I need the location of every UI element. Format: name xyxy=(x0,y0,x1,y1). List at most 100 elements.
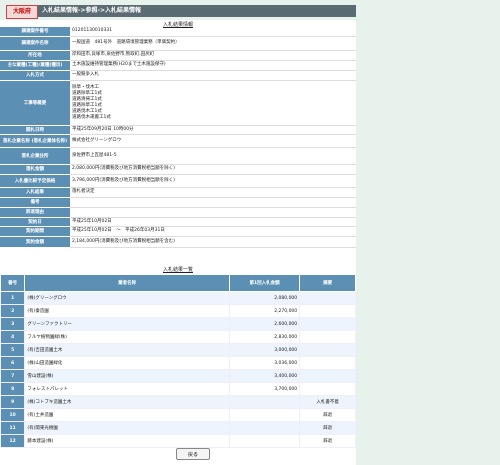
info-row-value xyxy=(70,207,356,218)
info-row-label: 落札金額 xyxy=(0,164,70,175)
bid-company-name: 雪山建設(株) xyxy=(24,369,231,383)
info-value-line: 一般国道 481号外 道路環境管理業務（単価契約） xyxy=(72,40,180,45)
bid-amount: 3,036,000 xyxy=(229,356,301,370)
bid-company-name: (有)秦造園 xyxy=(24,304,231,318)
info-row-value: 株式会社グリーングロウ xyxy=(70,134,356,148)
bid-remark xyxy=(299,343,356,357)
bid-remark xyxy=(299,330,356,344)
bid-amount: 2,270,000 xyxy=(229,304,301,318)
info-row: 調達案件名称 一般国道 481号外 道路環境管理業務（単価契約） xyxy=(0,36,356,51)
info-value-line: 平成25年10月02日 xyxy=(72,218,112,224)
info-row-value: 一般国道 481号外 道路環境管理業務（単価契約） xyxy=(70,36,356,51)
table-row: 7 雪山建設(株) 3,400,000 xyxy=(0,369,356,383)
info-row: 辞退理由 xyxy=(0,207,356,218)
bid-amount xyxy=(229,395,301,409)
info-row-label: 辞退理由 xyxy=(0,207,70,218)
bid-amount xyxy=(229,434,301,448)
bid-remark xyxy=(299,382,356,396)
info-row-label: 契約期間 xyxy=(0,226,70,237)
info-row-label: 備考 xyxy=(0,197,70,208)
info-row-label: 契約日 xyxy=(0,217,70,227)
info-row-label: 主な業種(工種)/業種(種目) xyxy=(0,60,70,71)
info-value-line: 株式会社グリーングロウ xyxy=(72,137,122,143)
info-value-line: 岸和田市,貝塚市,泉佐野市,熊取町,田尻町 xyxy=(72,52,155,57)
bid-amount: 3,000,000 xyxy=(229,343,301,357)
info-row-label: 工事等概要 xyxy=(0,80,70,126)
info-row-value: 土木施設維持管理業務(H20まで土木施設保守) xyxy=(70,60,356,71)
table-row: 4 フルヤ植物園緑(株) 2,830,000 xyxy=(0,330,356,344)
bid-amount xyxy=(229,408,301,422)
bid-remark xyxy=(299,317,356,331)
breadcrumb: 入札結果情報->参照->入札結果情報 xyxy=(38,5,356,17)
info-row-value xyxy=(70,197,356,208)
bid-company-name: (株)山田造園緑化 xyxy=(24,356,231,370)
bid-company-name: (有)吉田造園土木 xyxy=(24,343,231,357)
table-row: 5 (有)吉田造園土木 3,000,000 xyxy=(0,343,356,357)
info-value-line: 道路伐木運搬工1式 xyxy=(72,114,111,120)
info-row: 入札結果 落札者決定 xyxy=(0,187,356,198)
bid-remark: 入札書不着 xyxy=(299,395,356,409)
info-row-label: 開札日時 xyxy=(0,125,70,135)
info-value-line: 泉佐野市上瓦屋481-5 xyxy=(72,152,117,158)
table-row: 3 グリーンファクトリー 2,600,000 xyxy=(0,317,356,331)
table-row: 9 (株)コトブキ造園土木 入札書不着 xyxy=(0,395,356,409)
info-row-label: 落札企業名称 (落札企業体名称) xyxy=(0,134,70,148)
info-row: 落札金額 2,080,000円(消費税及び地方消費税相当額を除く) xyxy=(0,164,356,175)
info-value-line: 平成25年10月02日 ～ 平成26年03月31日 xyxy=(72,228,165,233)
info-row-label: 契約金額 xyxy=(0,236,70,248)
bid-remark xyxy=(299,291,356,305)
info-row-label: 調達案件番号 xyxy=(0,27,70,37)
info-value-line: 01201130010331 xyxy=(72,28,113,34)
info-row: 契約金額 2,184,000円(消費税及び地方消費税相当額を含む) xyxy=(0,236,356,248)
main-content: 入札結果情報 調達案件番号 01201130010331 調達案件名称 一般国道 48… xyxy=(0,20,356,465)
bid-remark: 辞退 xyxy=(299,421,356,435)
info-row-value: 泉佐野市上瓦屋481-5 xyxy=(70,147,356,165)
bid-remark xyxy=(299,304,356,318)
bid-no: 3 xyxy=(0,317,26,331)
info-row: 開札日時 平成25年09月20日 10時00分 xyxy=(0,125,356,135)
bid-company-name: 藤本建設(株) xyxy=(24,434,231,448)
info-value-line: 平成25年09月20日 10時00分 xyxy=(72,126,134,132)
info-row-label: 所在地 xyxy=(0,50,70,61)
info-row: 落札企業住所 泉佐野市上瓦屋481-5 xyxy=(0,147,356,165)
bid-no: 6 xyxy=(0,356,26,370)
bids-table: 番号 業者名称 第1回入札金額 摘要 1 (株)グリーングロウ 2,080,000 2 (有)秦… xyxy=(0,274,356,448)
info-row: 入札方式 一般競争入札 xyxy=(0,70,356,81)
info-row: 工事等概要 除草・伐木工 道路除草工1式 道路清掃工1式 道路除草工1式 道路伐木工1式道… xyxy=(0,80,356,126)
bid-remark xyxy=(299,369,356,383)
table-row: 8 フォレストパレット 3,700,000 xyxy=(0,382,356,396)
info-row-value: 2,080,000円(消費税及び地方消費税相当額を除く) xyxy=(70,164,356,175)
info-row: 所在地 岸和田市,貝塚市,泉佐野市,熊取町,田尻町 xyxy=(0,50,356,61)
info-row: 契約日 平成25年10月02日 xyxy=(0,217,356,227)
info-row: 調達案件番号 01201130010331 xyxy=(0,27,356,37)
info-row-value: 01201130010331 xyxy=(70,27,356,37)
bids-header-amount: 第1回入札金額 xyxy=(229,274,301,292)
table-row: 10 (有)土井造園 辞退 xyxy=(0,408,356,422)
bids-header-remark: 摘要 xyxy=(299,274,356,292)
bid-amount: 2,830,000 xyxy=(229,330,301,344)
info-row: 主な業種(工種)/業種(種目) 土木施設維持管理業務(H20まで土木施設保守) xyxy=(0,60,356,71)
bid-company-name: (有)関東光樹園 xyxy=(24,421,231,435)
bid-company-name: (株)グリーングロウ xyxy=(24,291,231,305)
table-row: 6 (株)山田造園緑化 3,036,000 xyxy=(0,356,356,370)
info-value-line: 2,080,000円(消費税及び地方消費税相当額を除く) xyxy=(72,166,175,171)
bid-remark: 辞退 xyxy=(299,408,356,422)
bid-company-name: (有)土井造園 xyxy=(24,408,231,422)
bid-no: 10 xyxy=(0,408,26,422)
bid-no: 11 xyxy=(0,421,26,435)
top-bar: 大阪府 入札結果情報->参照->入札結果情報 xyxy=(0,0,500,20)
prefecture-badge: 大阪府 xyxy=(6,5,38,19)
back-button[interactable]: 戻る xyxy=(176,448,210,460)
bid-no: 1 xyxy=(0,291,26,305)
info-row-value: 一般競争入札 xyxy=(70,70,356,81)
info-row-value: 除草・伐木工 道路除草工1式 道路清掃工1式 道路除草工1式 道路伐木工1式 道路伐木運搬… xyxy=(70,80,356,126)
bid-amount: 3,700,000 xyxy=(229,382,301,396)
info-row-label: 入札結果 xyxy=(0,187,70,198)
info-row: 契約期間 平成25年10月02日 ～ 平成26年03月31日 xyxy=(0,226,356,237)
bid-no: 5 xyxy=(0,343,26,357)
info-row: 入札書比較予定価格 3,796,000円(消費税及び地方消費税相当額を除く) xyxy=(0,174,356,188)
info-row-label: 落札企業住所 xyxy=(0,147,70,165)
info-table: 調達案件番号 01201130010331 調達案件名称 一般国道 481号外 道路環… xyxy=(0,27,356,248)
bids-header-name: 業者名称 xyxy=(24,274,231,292)
bid-no: 9 xyxy=(0,395,26,409)
